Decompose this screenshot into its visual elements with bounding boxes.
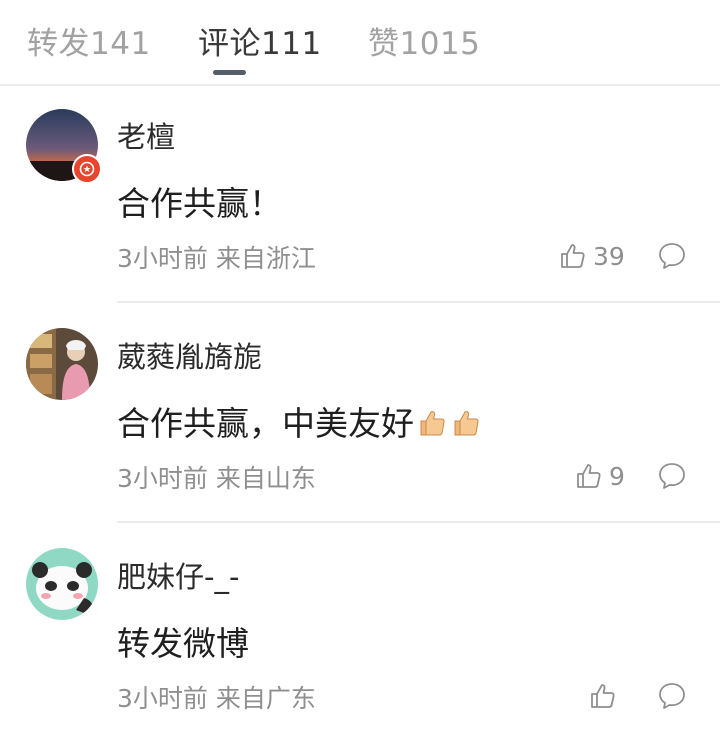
like-count: 39 [593,241,625,271]
reply-icon[interactable] [657,681,687,711]
comment-text: 转发微博 [117,624,249,663]
comment-text-body: 合作共赢，中美友好 [117,404,414,443]
reply-icon[interactable] [657,241,687,271]
like-icon [591,684,615,708]
comment-time: 3小时前 [117,684,208,713]
comment-meta: 3小时前 来自广东 [117,679,316,715]
avatar[interactable] [26,328,98,400]
comment-meta: 3小时前 来自浙江 [117,239,316,275]
verified-badge-icon [72,154,102,184]
tab-likes[interactable]: 赞1015 [368,18,480,63]
like-button[interactable]: 9 [575,459,625,493]
thumbs-up-emoji [454,411,479,436]
avatar[interactable] [26,548,98,620]
like-count: 9 [609,461,625,491]
like-button[interactable] [589,679,617,713]
thumbs-up-emoji [420,411,445,436]
avatar-image [26,548,98,620]
comment-item: 肥妹仔-_- 转发微博 3小时前 来自广东 [0,526,720,746]
comment-item: 葳蕤胤旖旎 合作共赢，中美友好 3小时前 来自山东 9 [0,306,720,526]
reply-icon[interactable] [657,461,687,491]
comment-time: 3小时前 [117,244,208,273]
comment-source: 来自浙江 [215,244,316,273]
comment-meta: 3小时前 来自山东 [117,459,316,495]
comment-source: 来自广东 [215,684,316,713]
comment-item: 老檀 合作共赢！ 3小时前 来自浙江 39 [0,86,720,306]
tab-comments[interactable]: 评论111 [198,18,322,63]
tab-reposts[interactable]: 转发141 [27,18,151,63]
comment-text: 合作共赢，中美友好 [117,397,482,445]
like-icon [561,244,585,268]
avatar-image [26,328,98,400]
username[interactable]: 葳蕤胤旖旎 [117,334,262,376]
comment-tabs: 转发141 评论111 赞1015 [0,0,720,84]
comment-divider [117,301,720,303]
comment-text: 合作共赢！ [117,184,282,223]
like-icon [577,464,601,488]
comment-time: 3小时前 [117,464,208,493]
active-tab-indicator [213,70,246,75]
like-button[interactable]: 39 [559,239,625,273]
username[interactable]: 老檀 [117,114,175,156]
comment-source: 来自山东 [215,464,316,493]
username[interactable]: 肥妹仔-_- [117,554,239,596]
comment-divider [117,521,720,523]
